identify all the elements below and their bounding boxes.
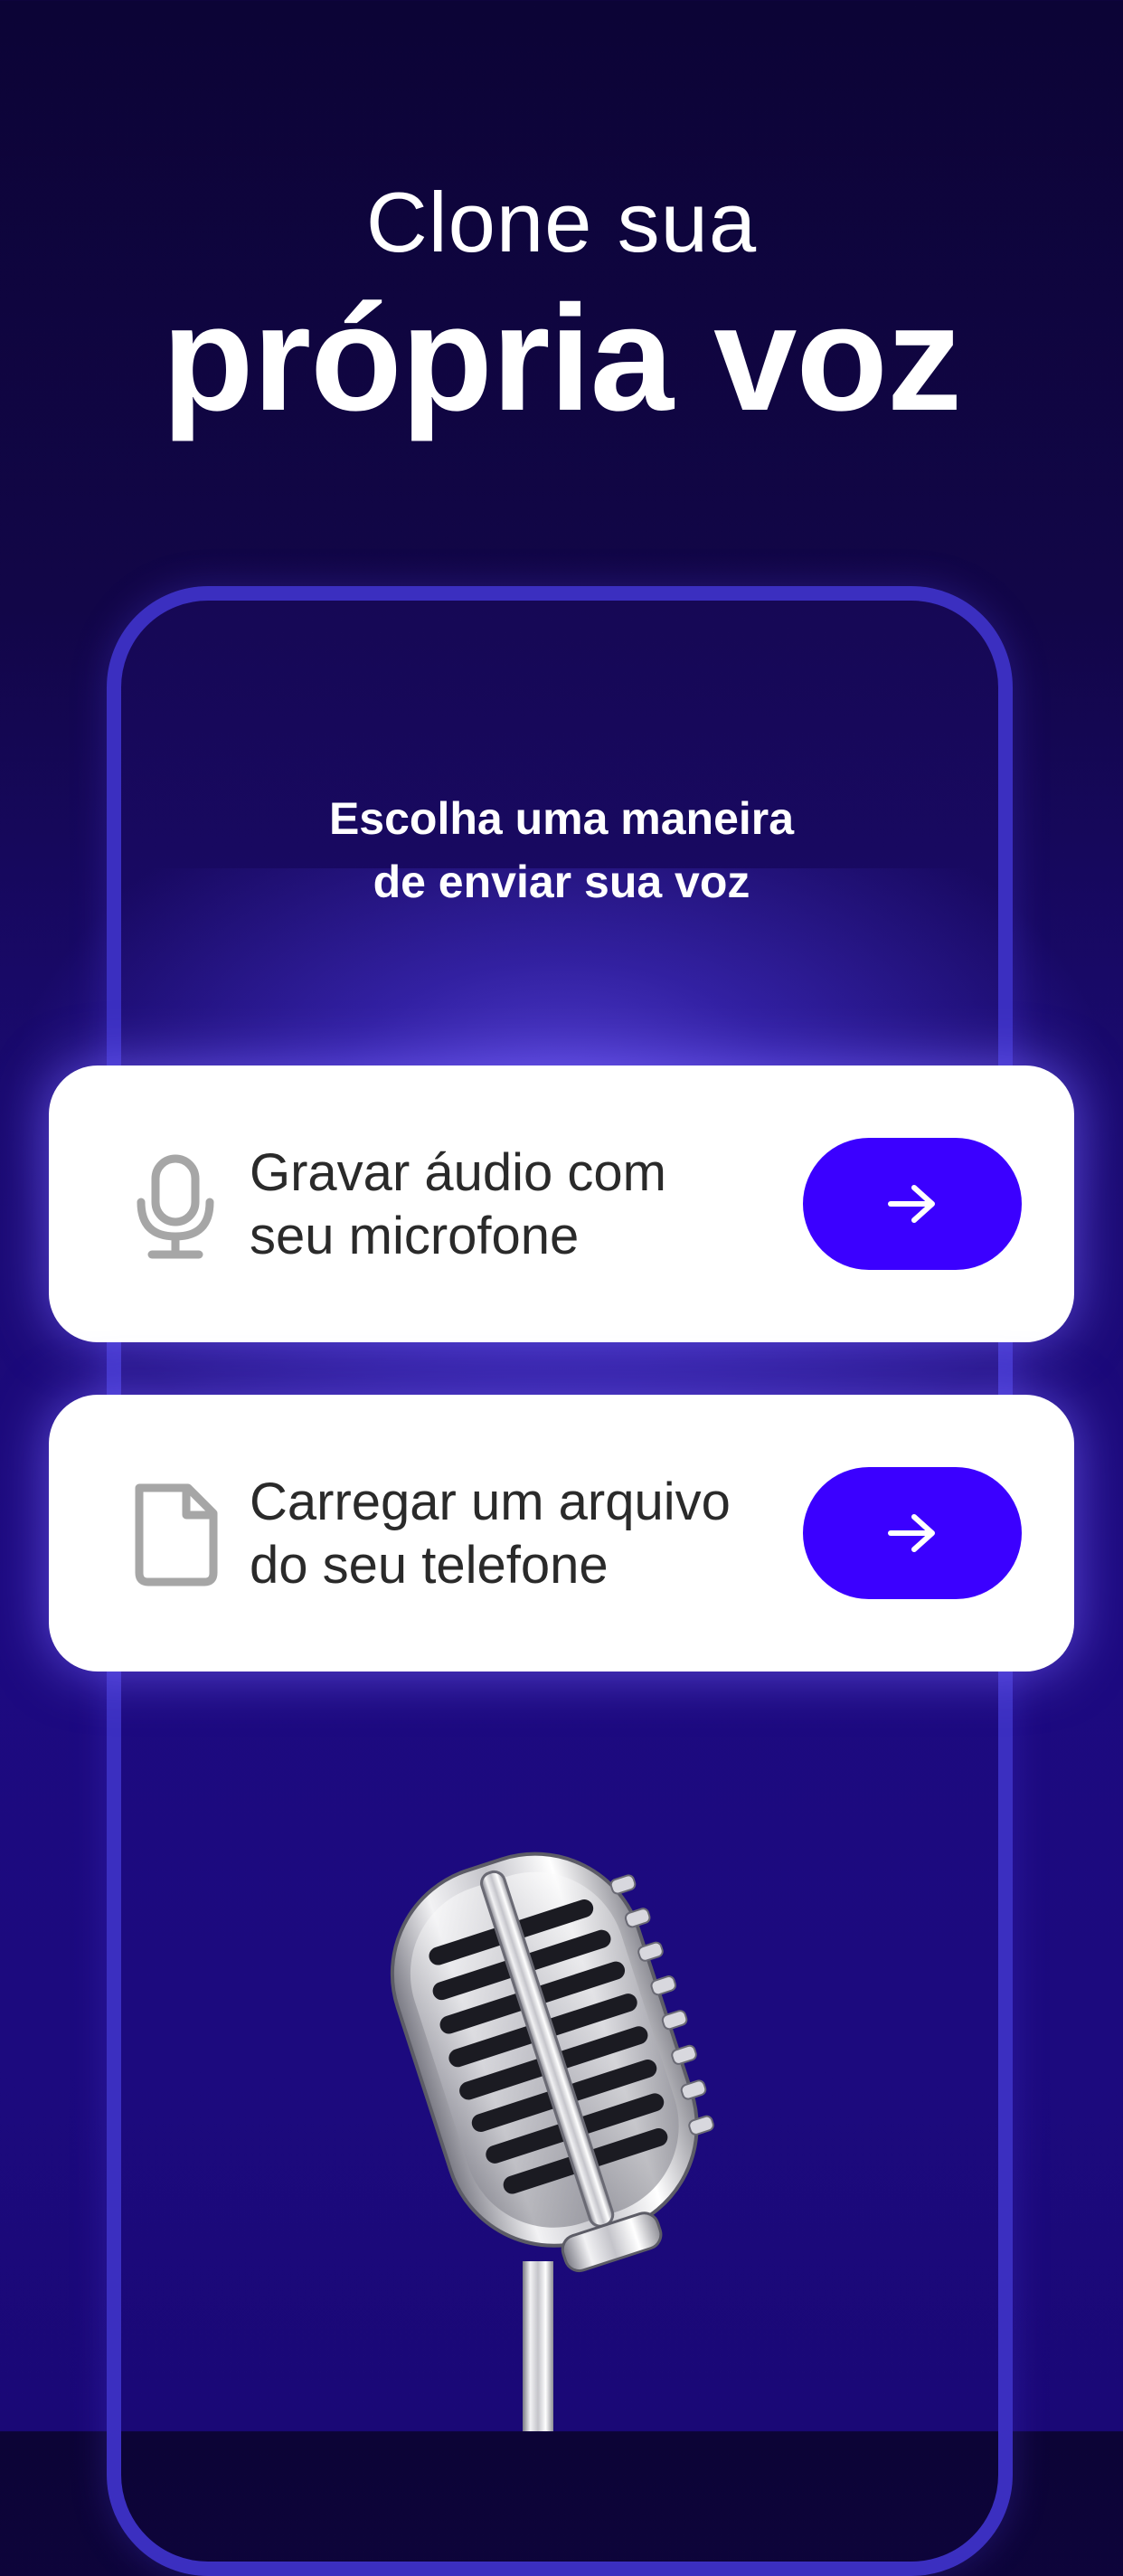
vintage-microphone-illustration [353,1836,750,2433]
option-upload-file[interactable]: Carregar um arquivo do seu telefone [49,1395,1074,1672]
upload-file-button[interactable] [803,1467,1022,1599]
option-upload-label-line-2: do seu telefone [250,1536,609,1595]
file-icon [112,1470,239,1596]
arrow-right-icon [888,1185,935,1223]
title-line-2: própria voz [162,275,962,442]
microphone-icon [112,1141,239,1267]
option-record-label: Gravar áudio com seu microfone [250,1141,792,1268]
subtitle-line-2: de enviar sua voz [373,857,750,907]
option-record-audio[interactable]: Gravar áudio com seu microfone [49,1065,1074,1342]
title-line-1: Clone sua [365,175,758,270]
subtitle: Escolha uma maneira de enviar sua voz [0,787,1123,914]
record-audio-button[interactable] [803,1138,1022,1270]
option-record-label-line-2: seu microfone [250,1207,580,1265]
option-record-label-line-1: Gravar áudio com [250,1143,666,1202]
subtitle-line-1: Escolha uma maneira [328,793,795,844]
option-upload-label: Carregar um arquivo do seu telefone [250,1471,792,1597]
arrow-right-icon [888,1514,935,1552]
option-upload-label-line-1: Carregar um arquivo [250,1473,731,1531]
page-title: Clone sua própria voz [0,172,1123,445]
